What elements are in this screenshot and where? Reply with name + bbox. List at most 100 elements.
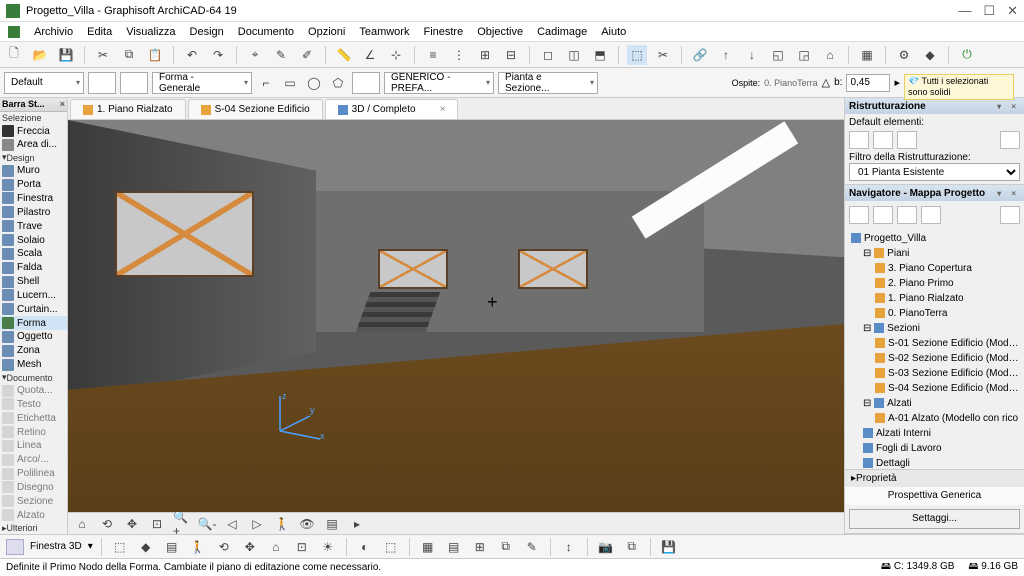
material-icon[interactable] bbox=[352, 72, 380, 94]
nav-ic5[interactable] bbox=[1000, 206, 1020, 224]
ib-15[interactable]: ⧉ bbox=[496, 537, 516, 557]
maximize-button[interactable]: ☐ bbox=[983, 3, 995, 19]
geom3-button[interactable]: ◯ bbox=[304, 73, 324, 93]
nav2-button[interactable]: ◲ bbox=[794, 45, 814, 65]
extra-button[interactable]: ◆ bbox=[920, 45, 940, 65]
vt-proj-icon[interactable]: ▤ bbox=[322, 514, 342, 534]
ristrutt-ic3[interactable] bbox=[897, 131, 917, 149]
tool-etichetta[interactable]: Etichetta bbox=[0, 411, 67, 425]
tool-trave[interactable]: Trave bbox=[0, 219, 67, 233]
tool-polilinea[interactable]: Polilinea bbox=[0, 467, 67, 481]
nav-ic1[interactable] bbox=[849, 206, 869, 224]
dropper-button[interactable]: ✐ bbox=[297, 45, 317, 65]
ib-16[interactable]: ✎ bbox=[522, 537, 542, 557]
vt-walk-icon[interactable]: 🚶 bbox=[272, 514, 292, 534]
toolbox-header[interactable]: Barra St...× bbox=[0, 98, 67, 112]
help-icon[interactable]: ⏻ bbox=[957, 45, 977, 65]
tool-freccia[interactable]: Freccia bbox=[0, 124, 67, 138]
undo-button[interactable]: ↶ bbox=[182, 45, 202, 65]
align-button[interactable]: ≡ bbox=[423, 45, 443, 65]
tool-quota[interactable]: Quota... bbox=[0, 384, 67, 398]
tab-piano[interactable]: 1. Piano Rialzato bbox=[70, 99, 186, 119]
arrow-up-button[interactable]: ↑ bbox=[716, 45, 736, 65]
ib-camera-icon[interactable]: 📷 bbox=[596, 537, 616, 557]
layer-combo[interactable]: Default bbox=[4, 72, 84, 94]
tool-lucernario[interactable]: Lucern... bbox=[0, 288, 67, 302]
tool-scala[interactable]: Scala bbox=[0, 247, 67, 261]
layer2-icon[interactable] bbox=[120, 72, 148, 94]
tool-mesh[interactable]: Mesh bbox=[0, 358, 67, 372]
menu-documento[interactable]: Documento bbox=[238, 26, 294, 38]
vt-home-icon[interactable]: ⌂ bbox=[72, 514, 92, 534]
ristrutt-ic1[interactable] bbox=[849, 131, 869, 149]
tool-linea[interactable]: Linea bbox=[0, 439, 67, 453]
new-button[interactable]: 🗋 bbox=[4, 45, 24, 65]
vt-more-icon[interactable]: ▸ bbox=[347, 514, 367, 534]
tool-testo[interactable]: Testo bbox=[0, 397, 67, 411]
menu-opzioni[interactable]: Opzioni bbox=[308, 26, 345, 38]
nav-ic4[interactable] bbox=[921, 206, 941, 224]
ib-13[interactable]: ▤ bbox=[444, 537, 464, 557]
settaggi-button[interactable]: Settaggi... bbox=[849, 509, 1020, 529]
ristrutt-ic2[interactable] bbox=[873, 131, 893, 149]
ib-19[interactable]: ⧉ bbox=[622, 537, 642, 557]
ib-12[interactable]: ▦ bbox=[418, 537, 438, 557]
vt-zoomfit-icon[interactable]: ⊡ bbox=[147, 514, 167, 534]
vt-pan-icon[interactable]: ✥ bbox=[122, 514, 142, 534]
view1-button[interactable]: ◻ bbox=[538, 45, 558, 65]
tab-3d[interactable]: 3D / Completo × bbox=[325, 99, 459, 119]
distribute-button[interactable]: ⋮ bbox=[449, 45, 469, 65]
tool-disegno[interactable]: Disegno bbox=[0, 481, 67, 495]
ib-6[interactable]: ✥ bbox=[240, 537, 260, 557]
vt-orbit-icon[interactable]: ⟲ bbox=[97, 514, 117, 534]
menu-finestre[interactable]: Finestre bbox=[423, 26, 463, 38]
ib-1[interactable]: ⬚ bbox=[110, 537, 130, 557]
piano-label[interactable]: 0. PianoTerra bbox=[764, 78, 818, 88]
link-button[interactable]: 🔗 bbox=[690, 45, 710, 65]
tab-sezione[interactable]: S-04 Sezione Edificio bbox=[188, 99, 323, 119]
menu-cadimage[interactable]: Cadimage bbox=[537, 26, 587, 38]
marker-button[interactable]: ✎ bbox=[271, 45, 291, 65]
layer-icon[interactable] bbox=[88, 72, 116, 94]
vt-view-icon[interactable]: 👁 bbox=[297, 514, 317, 534]
menu-objective[interactable]: Objective bbox=[477, 26, 523, 38]
arrow-dn-button[interactable]: ↓ bbox=[742, 45, 762, 65]
view2-button[interactable]: ◫ bbox=[564, 45, 584, 65]
filtro-select[interactable]: 01 Pianta Esistente bbox=[849, 163, 1020, 181]
tool-forma[interactable]: Forma bbox=[0, 316, 67, 330]
group-button[interactable]: ⊞ bbox=[475, 45, 495, 65]
generico-combo[interactable]: GENERICO - PREFA... bbox=[384, 72, 494, 94]
info-ic[interactable] bbox=[6, 539, 24, 555]
close-button[interactable]: ✕ bbox=[1007, 3, 1018, 19]
ib-20[interactable]: 💾 bbox=[659, 537, 679, 557]
ib-walk-icon[interactable]: 🚶 bbox=[188, 537, 208, 557]
navigator-header[interactable]: Navigatore - Mappa Progetto bbox=[845, 185, 1024, 201]
geom2-button[interactable]: ▭ bbox=[280, 73, 300, 93]
minimize-button[interactable]: — bbox=[958, 3, 971, 19]
ib-14[interactable]: ⊞ bbox=[470, 537, 490, 557]
nav1-button[interactable]: ◱ bbox=[768, 45, 788, 65]
measure-button[interactable]: 📏 bbox=[334, 45, 354, 65]
menu-design[interactable]: Design bbox=[190, 26, 224, 38]
menu-teamwork[interactable]: Teamwork bbox=[359, 26, 409, 38]
snap-button[interactable]: ⊹ bbox=[386, 45, 406, 65]
ib-home-icon[interactable]: ⌂ bbox=[266, 537, 286, 557]
ib-3[interactable]: ▤ bbox=[162, 537, 182, 557]
vt-next-icon[interactable]: ▷ bbox=[247, 514, 267, 534]
menu-archivio[interactable]: Archivio bbox=[34, 26, 73, 38]
view3-button[interactable]: ⬒ bbox=[590, 45, 610, 65]
form-combo[interactable]: Forma - Generale bbox=[152, 72, 252, 94]
menu-edita[interactable]: Edita bbox=[87, 26, 112, 38]
tool-falda[interactable]: Falda bbox=[0, 261, 67, 275]
ib-5[interactable]: ⟲ bbox=[214, 537, 234, 557]
cut-button[interactable]: ✂ bbox=[93, 45, 113, 65]
nav-ic2[interactable] bbox=[873, 206, 893, 224]
open-button[interactable]: 📂 bbox=[30, 45, 50, 65]
ristrutt-header[interactable]: Ristrutturazione bbox=[845, 98, 1024, 114]
tool-shell[interactable]: Shell bbox=[0, 275, 67, 289]
gear-icon[interactable]: ⚙ bbox=[894, 45, 914, 65]
ib-2[interactable]: ◆ bbox=[136, 537, 156, 557]
tool-sezione[interactable]: Sezione bbox=[0, 494, 67, 508]
angle-button[interactable]: ∠ bbox=[360, 45, 380, 65]
tool-finestra[interactable]: Finestra bbox=[0, 192, 67, 206]
